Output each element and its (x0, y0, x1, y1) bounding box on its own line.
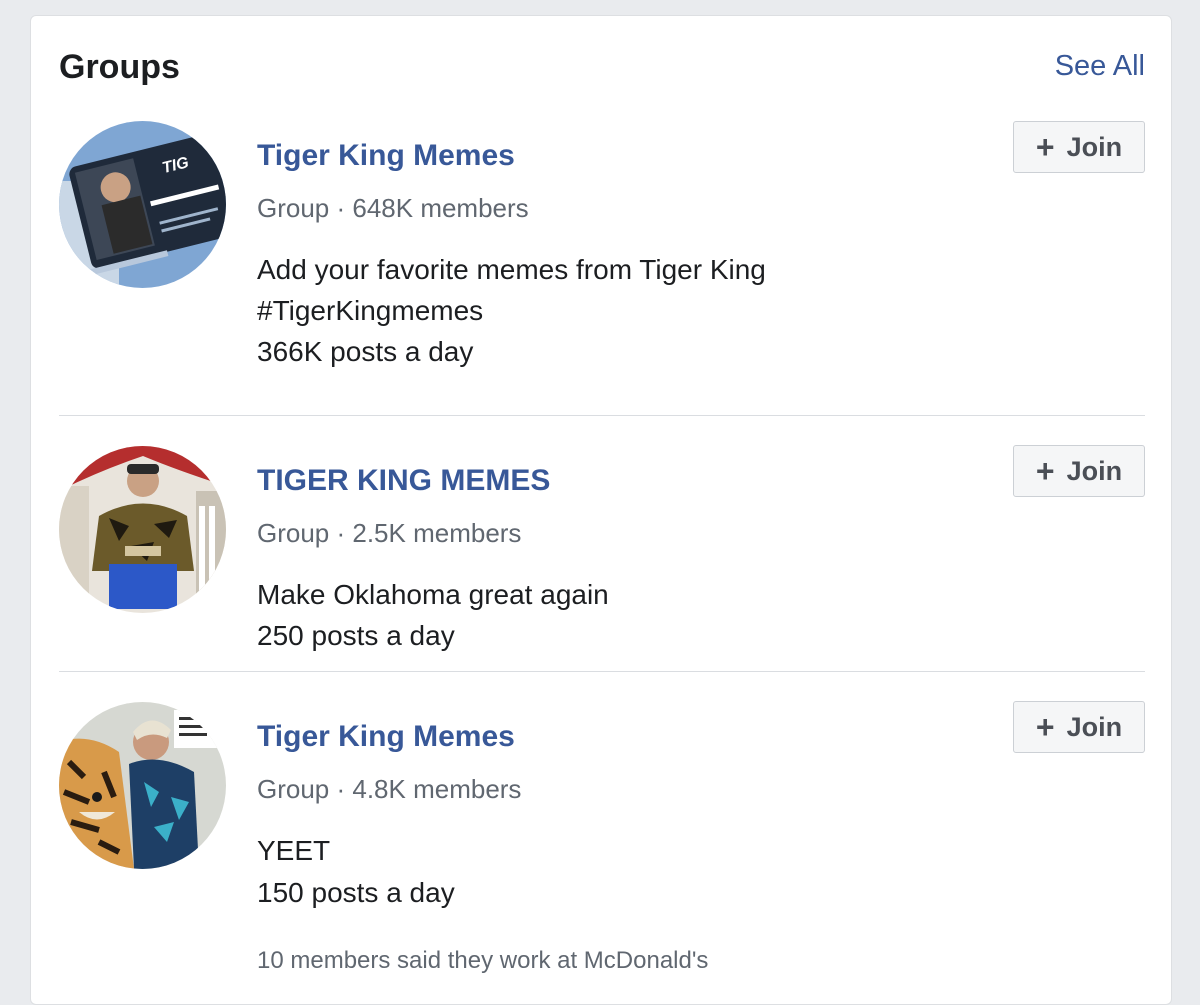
see-all-link[interactable]: See All (1055, 50, 1145, 83)
join-label: Join (1066, 131, 1123, 162)
group-item: TIG Tiger King Memes Group · 648K member… (59, 121, 1145, 411)
group-avatar-photo[interactable]: TIG (59, 121, 226, 288)
join-button[interactable]: + Join (1013, 121, 1145, 173)
group-meta: Group · 4.8K members (257, 774, 522, 804)
group-item: TIGER KING MEMES Group · 2.5K members Ma… (59, 415, 1145, 671)
join-label: Join (1066, 455, 1123, 486)
join-button[interactable]: + Join (1013, 701, 1145, 753)
group-meta: Group · 2.5K members (257, 518, 522, 548)
group-activity: 250 posts a day (257, 620, 455, 651)
group-description-line: Add your favorite memes from Tiger King (257, 254, 766, 285)
group-avatar-photo[interactable] (59, 446, 226, 613)
group-member-highlight: 10 members said they work at McDonald's (257, 947, 709, 974)
join-button[interactable]: + Join (1013, 445, 1145, 497)
group-description-line: Make Oklahoma great again (257, 579, 609, 610)
group-name-link[interactable]: TIGER KING MEMES (257, 464, 550, 498)
group-activity: 366K posts a day (257, 336, 474, 367)
group-item: Tiger King Memes Group · 4.8K members YE… (59, 671, 1145, 992)
plus-icon: + (1035, 709, 1055, 745)
plus-icon: + (1035, 129, 1055, 165)
group-name-link[interactable]: Tiger King Memes (257, 720, 515, 754)
group-avatar-photo[interactable] (59, 702, 226, 869)
panel-title: Groups (59, 48, 180, 86)
join-label: Join (1066, 711, 1123, 742)
group-description-line: #TigerKingmemes (257, 295, 484, 326)
panel-header: Groups See All (59, 46, 1145, 90)
group-name-link[interactable]: Tiger King Memes (257, 139, 515, 173)
plus-icon: + (1035, 453, 1055, 489)
group-meta: Group · 648K members (257, 193, 529, 223)
group-description-line: YEET (257, 835, 331, 866)
group-activity: 150 posts a day (257, 877, 455, 908)
groups-panel: Groups See All TIG Tiger King Memes Grou… (30, 15, 1172, 1005)
